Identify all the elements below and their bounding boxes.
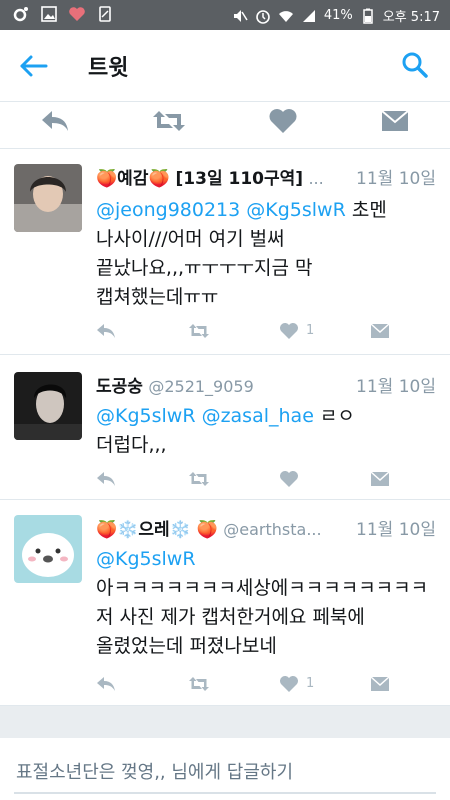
tweet-item[interactable]: 🍑❄️으레❄️ 🍑 @earthsta... 11월 10일 @Kg5slwR … xyxy=(0,501,450,706)
mute-icon xyxy=(233,9,248,22)
handle[interactable]: ... xyxy=(308,169,323,188)
handle[interactable]: @2521_9059 xyxy=(148,377,253,396)
status-bar: 41% 오후 5:17 xyxy=(0,0,450,30)
tweet-actions xyxy=(96,470,416,494)
timestamp: 11월 10일 xyxy=(356,377,436,397)
avatar[interactable] xyxy=(14,164,82,232)
handle[interactable]: @earthsta... xyxy=(223,520,321,539)
clock: 오후 5:17 xyxy=(382,10,440,25)
reply-icon[interactable] xyxy=(96,322,116,340)
main-tweet-actions xyxy=(0,103,450,149)
page-title: 트윗 xyxy=(88,56,129,81)
reply-input[interactable]: 표절소년단은 껒영,, 님에게 답글하기 xyxy=(16,758,293,784)
arrow-left-icon[interactable] xyxy=(18,52,50,80)
search-icon[interactable] xyxy=(400,50,430,80)
heart-app-icon xyxy=(69,7,85,21)
direct-message-icon[interactable] xyxy=(370,675,390,693)
display-name[interactable]: 🍑❄️으레❄️ 🍑 xyxy=(96,520,218,540)
display-name[interactable]: 도공숭 xyxy=(96,377,143,397)
tweet-actions: 1 xyxy=(96,322,416,346)
like-count: 1 xyxy=(306,676,315,691)
reply-icon[interactable] xyxy=(96,470,116,488)
tweet-header: 도공숭 @2521_9059 11월 10일 xyxy=(96,372,436,398)
gallery-icon xyxy=(41,6,57,22)
tweet-item[interactable]: 도공숭 @2521_9059 11월 10일 @Kg5slwR @zasal_h… xyxy=(0,356,450,500)
mention-link[interactable]: @Kg5slwR xyxy=(96,548,196,570)
reply-icon[interactable] xyxy=(40,108,70,134)
timestamp: 11월 10일 xyxy=(356,169,436,189)
display-name[interactable]: 🍑예감🍑 [13일 110구역] xyxy=(96,169,303,189)
direct-message-icon[interactable] xyxy=(370,470,390,488)
tweet-text: @Kg5slwR 아ㅋㅋㅋㅋㅋㅋㅋ세상에ㅋㅋㅋㅋㅋㅋㅋㅋ 저 사진 제가 캡처한… xyxy=(96,548,429,657)
direct-message-icon[interactable] xyxy=(370,322,390,340)
tweet-text: @Kg5slwR @zasal_hae ㄹㅇ 더럽다,,, xyxy=(96,405,355,456)
tweet-actions: 1 xyxy=(96,675,416,699)
mention-link[interactable]: @jeong980213 @Kg5slwR xyxy=(96,199,346,221)
retweet-icon[interactable] xyxy=(188,470,210,488)
notification-icon xyxy=(13,7,28,22)
retweet-icon[interactable] xyxy=(188,322,210,340)
reply-icon[interactable] xyxy=(96,675,116,693)
signal-icon xyxy=(302,9,315,22)
heart-icon[interactable] xyxy=(279,322,299,340)
heart-icon[interactable] xyxy=(279,675,299,693)
battery-percent: 41% xyxy=(323,8,353,23)
tweet-header: 🍑예감🍑 [13일 110구역] ... 11월 10일 xyxy=(96,164,436,190)
direct-message-icon[interactable] xyxy=(380,108,410,134)
app-bar: 트윗 xyxy=(0,30,450,102)
timestamp: 11월 10일 xyxy=(356,520,436,540)
battery-icon xyxy=(363,8,373,24)
clipboard-icon xyxy=(99,6,111,22)
section-divider xyxy=(0,706,450,738)
avatar[interactable] xyxy=(14,372,82,440)
mention-link[interactable]: @Kg5slwR @zasal_hae xyxy=(96,405,314,427)
reply-composer[interactable]: 표절소년단은 껒영,, 님에게 답글하기 xyxy=(0,738,450,800)
avatar[interactable] xyxy=(14,515,82,583)
retweet-icon[interactable] xyxy=(188,675,210,693)
tweet-header: 🍑❄️으레❄️ 🍑 @earthsta... 11월 10일 xyxy=(96,515,436,541)
wifi-icon xyxy=(278,10,293,22)
tweet-item[interactable]: 🍑예감🍑 [13일 110구역] ... 11월 10일 @jeong98021… xyxy=(0,150,450,355)
retweet-icon[interactable] xyxy=(152,108,186,134)
tweet-text: @jeong980213 @Kg5slwR 초멘 나사이///어머 여기 벌써 … xyxy=(96,199,387,308)
alarm-icon xyxy=(256,9,270,24)
reply-underline xyxy=(14,792,436,794)
like-count: 1 xyxy=(306,323,315,338)
heart-icon[interactable] xyxy=(268,108,298,134)
heart-icon[interactable] xyxy=(279,470,299,488)
